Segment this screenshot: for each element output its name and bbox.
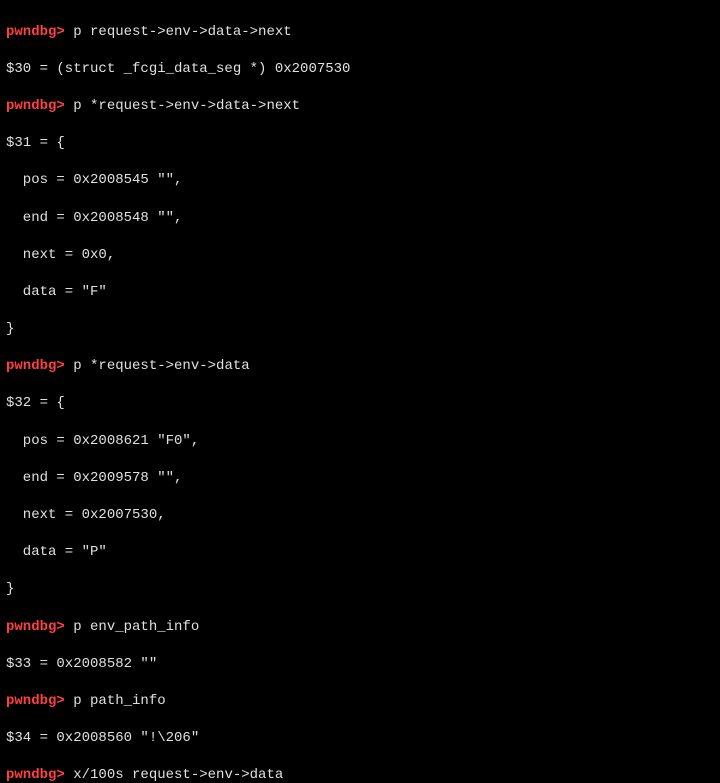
command-text: p *request->env->data->next [65, 98, 300, 114]
output-line: pos = 0x2008621 "F0", [6, 432, 714, 451]
prompt: pwndbg> [6, 693, 65, 709]
prompt: pwndbg> [6, 767, 65, 783]
prompt: pwndbg> [6, 358, 65, 374]
output-line: $33 = 0x2008582 "" [6, 655, 714, 674]
prompt-line[interactable]: pwndbg> p *request->env->data->next [6, 97, 714, 116]
prompt: pwndbg> [6, 98, 65, 114]
terminal-output[interactable]: pwndbg> p request->env->data->next $30 =… [0, 0, 720, 783]
output-line: $32 = { [6, 394, 714, 413]
prompt-line[interactable]: pwndbg> x/100s request->env->data [6, 766, 714, 783]
output-line: $31 = { [6, 134, 714, 153]
output-line: $30 = (struct _fcgi_data_seg *) 0x200753… [6, 60, 714, 79]
output-line: $34 = 0x2008560 "!\206" [6, 729, 714, 748]
output-line: next = 0x2007530, [6, 506, 714, 525]
output-line: end = 0x2008548 "", [6, 209, 714, 228]
output-line: data = "F" [6, 283, 714, 302]
prompt-line[interactable]: pwndbg> p path_info [6, 692, 714, 711]
output-line: end = 0x2009578 "", [6, 469, 714, 488]
prompt: pwndbg> [6, 619, 65, 635]
output-line: data = "P" [6, 543, 714, 562]
command-text: p path_info [65, 693, 166, 709]
prompt: pwndbg> [6, 24, 65, 40]
command-text: p env_path_info [65, 619, 199, 635]
command-text: p request->env->data->next [65, 24, 292, 40]
output-line: pos = 0x2008545 "", [6, 171, 714, 190]
output-line: } [6, 580, 714, 599]
output-line: } [6, 320, 714, 339]
command-text: x/100s request->env->data [65, 767, 283, 783]
prompt-line[interactable]: pwndbg> p env_path_info [6, 618, 714, 637]
command-text: p *request->env->data [65, 358, 250, 374]
prompt-line[interactable]: pwndbg> p request->env->data->next [6, 23, 714, 42]
prompt-line[interactable]: pwndbg> p *request->env->data [6, 357, 714, 376]
output-line: next = 0x0, [6, 246, 714, 265]
